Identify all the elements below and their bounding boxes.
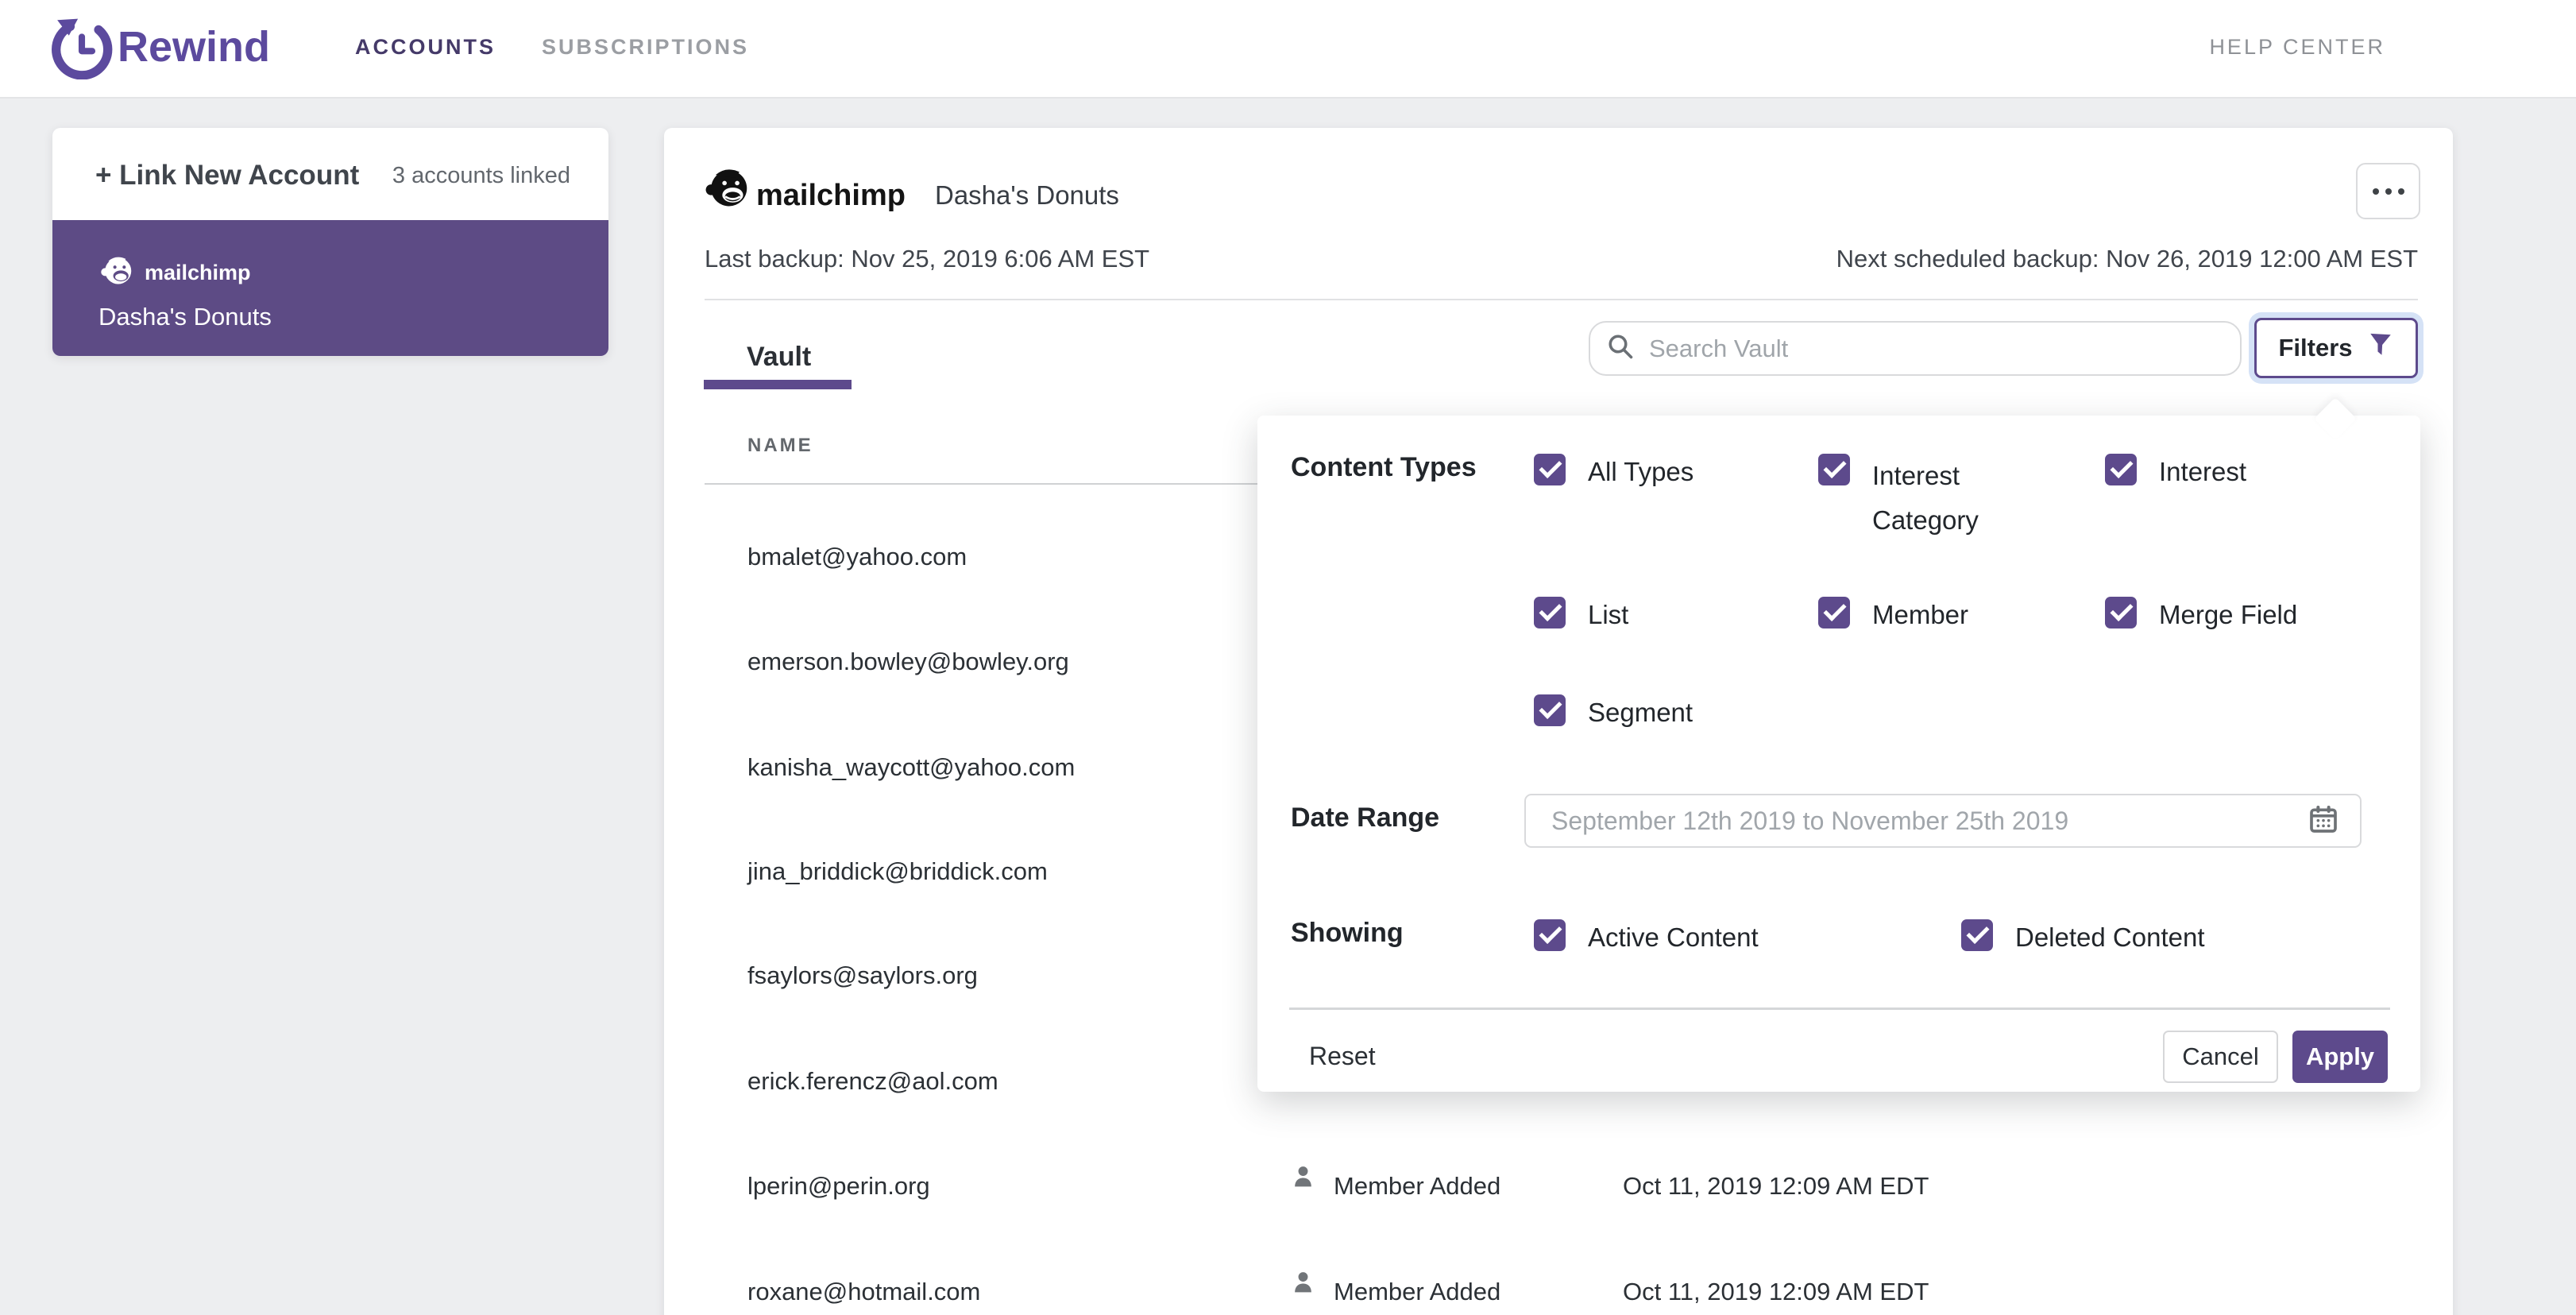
checkbox-merge-field[interactable]: Merge Field — [2105, 597, 2297, 633]
cancel-button[interactable]: Cancel — [2163, 1031, 2278, 1083]
nav-tab-subscriptions[interactable]: SUBSCRIPTIONS — [542, 35, 749, 60]
tab-vault[interactable]: Vault — [747, 342, 811, 373]
person-icon — [1291, 1164, 1315, 1193]
panel-divider — [1289, 1008, 2390, 1010]
sidebar-item-mailchimp-account[interactable]: mailchimp Dasha's Donuts — [52, 220, 608, 356]
logo-wordmark: Rewind — [118, 23, 271, 71]
sidebar-provider-wordmark: mailchimp — [145, 261, 251, 284]
row-email: kanisha_waycott@yahoo.com — [747, 753, 1076, 781]
app-screen: Rewind ACCOUNTS SUBSCRIPTIONS HELP CENTE… — [0, 0, 2576, 1315]
checkbox-label: Interest Category — [1872, 461, 1979, 535]
help-center-link[interactable]: HELP CENTER — [2209, 35, 2385, 60]
active-tab-underline — [704, 380, 852, 389]
date-range-field — [1524, 794, 2362, 848]
checkbox-icon — [1534, 597, 1566, 628]
checkbox-label: Merge Field — [2159, 600, 2298, 629]
rewind-logo-icon — [51, 17, 113, 83]
checkbox-icon — [1818, 597, 1850, 628]
provider-wordmark: mailchimp — [756, 179, 906, 212]
checkbox-label: Deleted Content — [2015, 922, 2205, 952]
accounts-linked-count: 3 accounts linked — [392, 163, 570, 188]
date-range-label: Date Range — [1291, 803, 1440, 833]
ellipsis-icon — [2369, 184, 2408, 199]
calendar-icon[interactable] — [2308, 803, 2339, 839]
row-email: bmalet@yahoo.com — [747, 543, 967, 570]
checkbox-member[interactable]: Member — [1818, 597, 1968, 633]
checkbox-icon — [1534, 919, 1566, 951]
search-input[interactable] — [1647, 333, 2159, 364]
top-navigation-bar: Rewind ACCOUNTS SUBSCRIPTIONS HELP CENTE… — [0, 0, 2576, 99]
checkbox-icon — [2105, 597, 2137, 628]
filters-panel: Content Types All Types Interest Categor… — [1257, 397, 2420, 1092]
mailchimp-icon — [702, 164, 750, 216]
vault-search — [1589, 321, 2242, 376]
checkbox-icon — [1534, 694, 1566, 726]
link-new-account-button[interactable]: + Link New Account — [95, 160, 359, 191]
checkbox-label: Member — [1872, 600, 1969, 629]
row-email: emerson.bowley@bowley.org — [747, 648, 1069, 675]
mailchimp-icon — [98, 253, 133, 292]
sidebar-account-name: Dasha's Donuts — [98, 303, 272, 331]
checkbox-label: Active Content — [1588, 922, 1759, 952]
last-backup-status: Last backup: Nov 25, 2019 6:06 AM EST — [705, 245, 1150, 273]
row-date: Oct 11, 2019 12:09 AM EDT — [1623, 1278, 1929, 1305]
checkbox-interest[interactable]: Interest — [2105, 454, 2246, 490]
checkbox-icon — [1534, 454, 1566, 485]
checkbox-icon — [1818, 454, 1850, 485]
checkbox-list[interactable]: List — [1534, 597, 1628, 633]
filters-button-label: Filters — [2278, 334, 2353, 362]
next-backup-status: Next scheduled backup: Nov 26, 2019 12:0… — [1836, 245, 2418, 273]
more-options-button[interactable] — [2356, 163, 2420, 219]
content-types-label: Content Types — [1291, 452, 1477, 482]
row-email: roxane@hotmail.com — [747, 1278, 981, 1305]
checkbox-active-content[interactable]: Active Content — [1534, 919, 1759, 956]
row-date: Oct 11, 2019 12:09 AM EDT — [1623, 1172, 1929, 1200]
checkbox-label: All Types — [1588, 457, 1694, 486]
accounts-sidebar-card: + Link New Account 3 accounts linked mai… — [52, 128, 608, 356]
showing-label: Showing — [1291, 918, 1404, 948]
reset-button[interactable]: Reset — [1309, 1042, 1376, 1071]
row-email: fsaylors@saylors.org — [747, 961, 978, 989]
sidebar-header: + Link New Account 3 accounts linked — [52, 128, 608, 220]
checkbox-icon — [2105, 454, 2137, 485]
nav-tab-accounts[interactable]: ACCOUNTS — [355, 35, 496, 60]
checkbox-segment[interactable]: Segment — [1534, 694, 1693, 731]
header-divider — [705, 299, 2418, 300]
checkbox-deleted-content[interactable]: Deleted Content — [1961, 919, 2205, 956]
checkbox-interest-category[interactable]: Interest Category — [1818, 454, 2055, 543]
account-name: Dasha's Donuts — [935, 180, 1119, 210]
checkbox-icon — [1961, 919, 1993, 951]
date-range-input[interactable] — [1550, 805, 2308, 837]
funnel-icon — [2367, 331, 2394, 365]
row-event-type: Member Added — [1334, 1172, 1501, 1200]
filters-button[interactable]: Filters — [2254, 318, 2418, 378]
column-header-name: NAME — [747, 435, 813, 456]
row-email: erick.ferencz@aol.com — [747, 1067, 998, 1095]
checkbox-label: Interest — [2159, 457, 2247, 486]
search-icon — [1606, 332, 1635, 365]
row-email: lperin@perin.org — [747, 1172, 930, 1200]
checkbox-label: List — [1588, 600, 1629, 629]
person-icon — [1291, 1270, 1315, 1298]
row-email: jina_briddick@briddick.com — [747, 857, 1048, 885]
apply-button[interactable]: Apply — [2292, 1031, 2388, 1083]
checkbox-all-types[interactable]: All Types — [1534, 454, 1694, 490]
checkbox-label: Segment — [1588, 698, 1694, 727]
row-event-type: Member Added — [1334, 1278, 1501, 1305]
